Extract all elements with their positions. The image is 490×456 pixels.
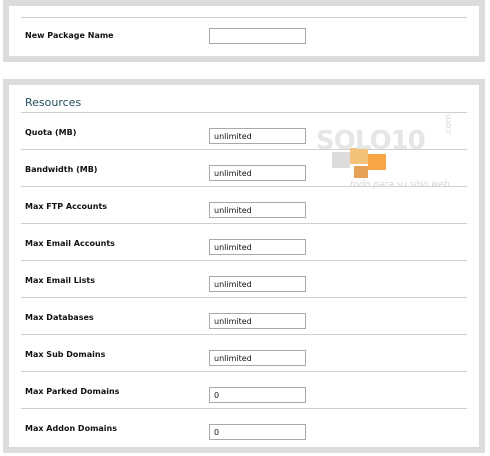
new-package-panel: New Package Name [3, 0, 485, 62]
ftp-accounts-input[interactable] [209, 202, 306, 218]
new-package-row: New Package Name [21, 17, 467, 56]
ftp-accounts-label: Max FTP Accounts [25, 202, 108, 211]
resources-title: Resources [25, 96, 82, 109]
sub-domains-input[interactable] [209, 350, 306, 366]
resource-row-bandwidth: Bandwidth (MB) [21, 149, 467, 187]
resource-row-quota: Quota (MB) [21, 112, 467, 150]
bandwidth-input[interactable] [209, 165, 306, 181]
new-package-label: New Package Name [25, 31, 114, 40]
resource-row-addon-domains: Max Addon Domains [21, 408, 467, 446]
email-accounts-input[interactable] [209, 239, 306, 255]
databases-label: Max Databases [25, 313, 94, 322]
bandwidth-label: Bandwidth (MB) [25, 165, 98, 174]
email-lists-input[interactable] [209, 276, 306, 292]
resources-panel-inner: Resources Quota (MB) Bandwidth (MB) Max … [9, 85, 479, 447]
email-accounts-label: Max Email Accounts [25, 239, 115, 248]
resources-panel: Resources Quota (MB) Bandwidth (MB) Max … [3, 79, 485, 453]
parked-domains-label: Max Parked Domains [25, 387, 120, 396]
resource-row-ftp: Max FTP Accounts [21, 186, 467, 224]
databases-input[interactable] [209, 313, 306, 329]
addon-domains-label: Max Addon Domains [25, 424, 117, 433]
new-package-panel-inner: New Package Name [9, 6, 479, 56]
resource-row-sub-domains: Max Sub Domains [21, 334, 467, 372]
email-lists-label: Max Email Lists [25, 276, 95, 285]
resource-row-email-lists: Max Email Lists [21, 260, 467, 298]
resource-row-email-accounts: Max Email Accounts [21, 223, 467, 261]
addon-domains-input[interactable] [209, 424, 306, 440]
parked-domains-input[interactable] [209, 387, 306, 403]
quota-input[interactable] [209, 128, 306, 144]
quota-label: Quota (MB) [25, 128, 77, 137]
new-package-name-input[interactable] [209, 28, 306, 44]
resource-row-databases: Max Databases [21, 297, 467, 335]
resource-row-parked-domains: Max Parked Domains [21, 371, 467, 409]
sub-domains-label: Max Sub Domains [25, 350, 106, 359]
